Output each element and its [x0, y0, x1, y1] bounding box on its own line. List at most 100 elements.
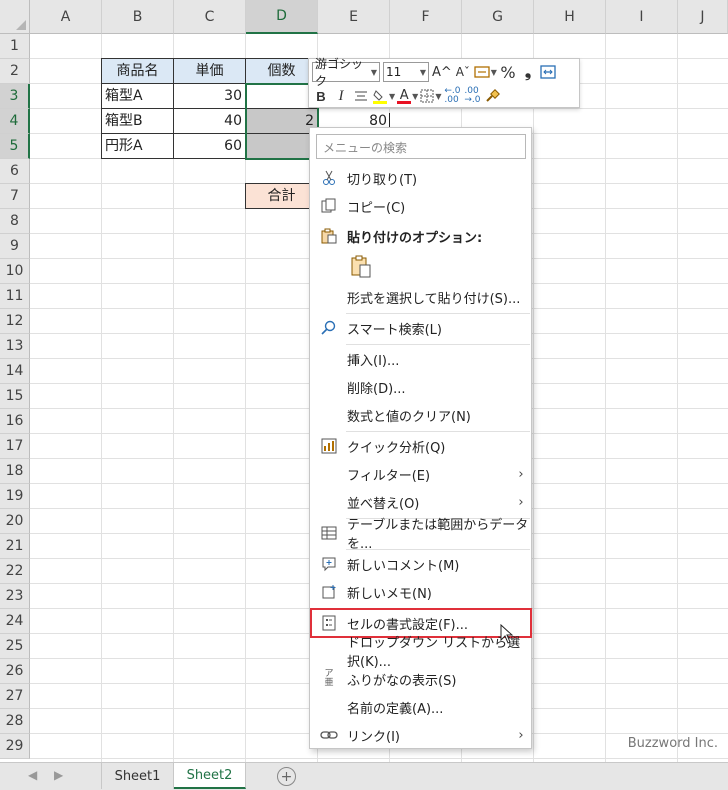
row-header-11[interactable]: 11 — [0, 284, 30, 309]
column-header-h[interactable]: H — [534, 0, 606, 34]
menu-item-new-comment[interactable]: 新しいコメント(M) — [311, 550, 531, 578]
italic-button[interactable]: I — [332, 86, 350, 106]
comma-style-button[interactable]: ❟ — [519, 62, 537, 82]
decrease-decimal-button[interactable]: ←.0.00 — [443, 86, 461, 106]
menu-item-link[interactable]: リンク(I) › — [311, 721, 531, 749]
row-header-4[interactable]: 4 — [0, 109, 30, 134]
menu-item-label: 貼り付けのオプション: — [347, 230, 483, 246]
row-header-10[interactable]: 10 — [0, 259, 30, 284]
menu-item-insert[interactable]: 挿入(I)... — [311, 345, 531, 373]
column-header-f[interactable]: F — [390, 0, 462, 34]
row-header-15[interactable]: 15 — [0, 384, 30, 409]
cell-b4[interactable]: 箱型B — [101, 108, 174, 134]
sheet-tab-sheet2[interactable]: Sheet2 — [174, 763, 246, 789]
row-header-1[interactable]: 1 — [0, 34, 30, 59]
row-header-9[interactable]: 9 — [0, 234, 30, 259]
menu-item-clear-contents[interactable]: 数式と値のクリア(N) — [311, 401, 531, 429]
column-header-e[interactable]: E — [318, 0, 390, 34]
menu-item-cut[interactable]: 切り取り(T) — [311, 164, 531, 192]
cell-d4[interactable]: 2 — [245, 108, 318, 134]
row-header-6[interactable]: 6 — [0, 159, 30, 184]
font-name-dropdown[interactable]: 游ゴシック ▼ — [312, 57, 380, 88]
row-header-2[interactable]: 2 — [0, 59, 30, 84]
menu-item-sort[interactable]: 並べ替え(O) › — [311, 488, 531, 516]
cell-b2-header-name[interactable]: 商品名 — [101, 58, 174, 84]
menu-item-paste-special[interactable]: 形式を選択して貼り付け(S)... — [311, 283, 531, 311]
column-header-a[interactable]: A — [30, 0, 102, 34]
cell-c3[interactable]: 30 — [173, 83, 246, 109]
chevron-right-icon: › — [518, 466, 524, 482]
cell-c2-header-price[interactable]: 単価 — [173, 58, 246, 84]
menu-item-label: 新しいコメント(M) — [347, 558, 460, 574]
row-header-29[interactable]: 29 — [0, 734, 30, 759]
row-header-22[interactable]: 22 — [0, 559, 30, 584]
align-center-button[interactable] — [352, 86, 370, 106]
row-header-16[interactable]: 16 — [0, 409, 30, 434]
row-header-24[interactable]: 24 — [0, 609, 30, 634]
cell-d7-total-label[interactable]: 合計 — [245, 183, 318, 209]
menu-item-define-name[interactable]: 名前の定義(A)... — [311, 693, 531, 721]
row-header-25[interactable]: 25 — [0, 634, 30, 659]
cell-c4[interactable]: 40 — [173, 108, 246, 134]
row-header-8[interactable]: 8 — [0, 209, 30, 234]
row-header-19[interactable]: 19 — [0, 484, 30, 509]
add-sheet-icon[interactable]: + — [277, 767, 296, 786]
paste-option-button[interactable] — [348, 254, 374, 280]
column-header-c[interactable]: C — [174, 0, 246, 34]
row-header-23[interactable]: 23 — [0, 584, 30, 609]
menu-item-filter[interactable]: フィルター(E) › — [311, 460, 531, 488]
column-header-i[interactable]: I — [606, 0, 678, 34]
font-color-button[interactable]: A ▼ — [397, 86, 418, 106]
row-header-17[interactable]: 17 — [0, 434, 30, 459]
increase-decimal-icon: .00 →.0 — [464, 86, 481, 105]
borders-button[interactable]: ▼ — [420, 86, 441, 106]
row-header-12[interactable]: 12 — [0, 309, 30, 334]
column-header-d[interactable]: D — [246, 0, 318, 34]
row-header-7[interactable]: 7 — [0, 184, 30, 209]
menu-item-show-furigana[interactable]: ア亜 ふりがなの表示(S) — [311, 665, 531, 693]
row-header-27[interactable]: 27 — [0, 684, 30, 709]
format-painter-button[interactable] — [483, 86, 501, 106]
menu-item-quick-analysis[interactable]: クイック分析(Q) — [311, 432, 531, 460]
cell-b5[interactable]: 円形A — [101, 133, 174, 159]
row-header-5[interactable]: 5 — [0, 134, 30, 159]
fill-color-button[interactable]: ▼ — [372, 86, 395, 106]
number-format-button[interactable]: ▼ — [474, 62, 497, 82]
paint-bucket-icon — [373, 90, 387, 104]
cell-c5[interactable]: 60 — [173, 133, 246, 159]
sheet-tab-sheet1[interactable]: Sheet1 — [101, 763, 174, 789]
row-header-13[interactable]: 13 — [0, 334, 30, 359]
column-header-j[interactable]: J — [678, 0, 728, 34]
select-all-corner[interactable] — [0, 0, 30, 34]
menu-item-new-note[interactable]: 新しいメモ(N) — [311, 578, 531, 606]
row-header-3[interactable]: 3 — [0, 84, 30, 109]
font-size-dropdown[interactable]: 11 ▼ — [383, 62, 429, 82]
menu-item-pick-from-dropdown[interactable]: ドロップダウン リストから選択(K)... — [311, 636, 531, 670]
row-header-20[interactable]: 20 — [0, 509, 30, 534]
menu-item-label: 名前の定義(A)... — [347, 701, 444, 717]
cell-d5[interactable] — [245, 133, 318, 159]
row-header-14[interactable]: 14 — [0, 359, 30, 384]
merge-center-button[interactable] — [539, 62, 557, 82]
context-menu: メニューの検索 切り取り(T) コピー(C) 貼り付けのオプション: 形式を選択… — [309, 127, 532, 749]
row-header-28[interactable]: 28 — [0, 709, 30, 734]
column-header-g[interactable]: G — [462, 0, 534, 34]
tab-scroll-left-icon[interactable]: ◀ — [28, 768, 37, 782]
row-header-18[interactable]: 18 — [0, 459, 30, 484]
bold-button[interactable]: B — [312, 86, 330, 106]
row-header-21[interactable]: 21 — [0, 534, 30, 559]
menu-item-get-data-from-table[interactable]: テーブルまたは範囲からデータを... — [311, 518, 531, 552]
cell-b3[interactable]: 箱型A — [101, 83, 174, 109]
increase-decimal-button[interactable]: .00 →.0 — [463, 86, 481, 106]
percent-style-button[interactable]: % — [499, 62, 517, 82]
shrink-font-button[interactable]: Aˇ — [454, 62, 472, 82]
menu-search-input[interactable]: メニューの検索 — [316, 134, 526, 159]
menu-item-copy[interactable]: コピー(C) — [311, 192, 531, 220]
row-header-26[interactable]: 26 — [0, 659, 30, 684]
grow-font-icon: A^ — [432, 64, 452, 80]
grow-font-button[interactable]: A^ — [432, 62, 452, 82]
menu-item-smart-lookup[interactable]: スマート検索(L) — [311, 314, 531, 342]
column-header-b[interactable]: B — [102, 0, 174, 34]
menu-item-delete[interactable]: 削除(D)... — [311, 373, 531, 401]
tab-scroll-right-icon[interactable]: ▶ — [54, 768, 63, 782]
